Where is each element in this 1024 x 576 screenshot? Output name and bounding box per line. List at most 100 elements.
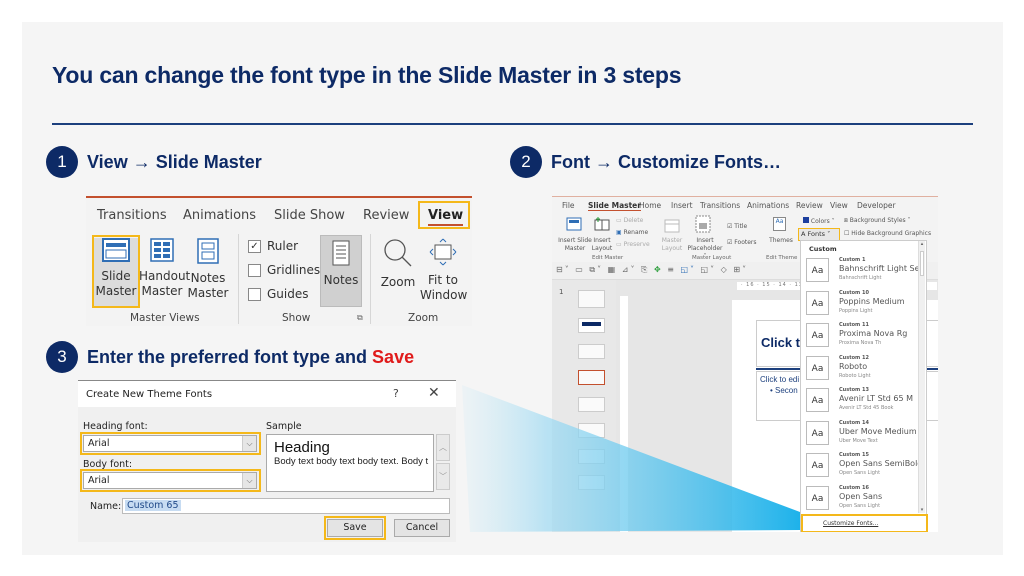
insert-layout-button[interactable]: Insert Layout <box>590 237 614 253</box>
tab-animations[interactable]: Animations <box>183 208 256 223</box>
close-icon[interactable]: ✕ <box>428 385 440 401</box>
scroll-down-icon[interactable]: ﹀ <box>436 463 450 490</box>
group-label-edit-master: Edit Master <box>592 255 624 261</box>
slide-thumbnail[interactable] <box>578 423 605 438</box>
master-layout-button[interactable]: Master Layout <box>658 237 686 253</box>
tab-transitions[interactable]: Transitions <box>700 201 740 210</box>
font-theme-item[interactable]: Aa Custom 13 Avenir LT Std 65 M Avenir LT S… <box>806 385 918 418</box>
scroll-up-icon[interactable]: ︿ <box>436 434 450 461</box>
guides-label: Guides <box>267 287 309 301</box>
tab-slide-master[interactable]: Slide Master <box>588 201 641 211</box>
colors-button[interactable]: Colors ˅ <box>803 217 835 226</box>
title-checkbox[interactable]: ☑ Title <box>727 223 747 231</box>
slide-thumbnail[interactable] <box>578 344 605 359</box>
fit-to-window-button[interactable]: Fit to Window <box>420 238 467 303</box>
font-theme-item[interactable]: Aa Custom 11 Proxima Nova Rg Proxima Nova T… <box>806 320 918 353</box>
tab-view[interactable]: View <box>830 201 848 210</box>
label: Preserve <box>623 241 650 248</box>
footers-checkbox[interactable]: ☑ Footers <box>727 239 757 247</box>
font-theme-item[interactable]: Aa Custom 16 Open Sans Open Sans Light <box>806 483 918 516</box>
font-theme-item[interactable]: Aa Custom 10 Poppins Medium Poppins Light <box>806 288 918 321</box>
font-theme-item[interactable]: Aa Custom 1 Bahnschrift Light Sem Bahnschri… <box>806 255 919 288</box>
customize-fonts-menu-item[interactable]: Customize Fonts... <box>801 514 928 532</box>
tab-developer[interactable]: Developer <box>857 201 896 210</box>
tab-transitions[interactable]: Transitions <box>97 208 167 223</box>
handout-master-button[interactable]: Handout Master <box>139 238 191 299</box>
notes-master-button[interactable]: Notes Master <box>186 238 230 301</box>
font-theme-name: Custom 12 <box>839 354 869 361</box>
tab-slide-show[interactable]: Slide Show <box>274 208 345 223</box>
font-theme-body: Roboto Light <box>839 372 871 379</box>
hide-background-graphics-checkbox[interactable]: ☐ Hide Background Graphics <box>844 230 931 238</box>
step-3-heading: 3 Enter the preferred font type and Save <box>46 341 414 373</box>
handout-master-label-1: Handout <box>139 269 191 283</box>
tab-animations[interactable]: Animations <box>747 201 789 210</box>
move-icon[interactable]: ✥ <box>654 265 663 274</box>
label: Insert Slide <box>558 237 592 244</box>
checkbox-unchecked-icon <box>248 287 261 301</box>
rename-icon: ▣ <box>616 229 622 236</box>
tab-review[interactable]: Review <box>363 208 409 223</box>
dialog-launcher-icon[interactable]: ⧉ <box>357 313 363 323</box>
font-theme-item[interactable]: Aa Custom 14 Uber Move Medium Uber Move Tex… <box>806 418 918 451</box>
font-theme-item[interactable]: Aa Custom 12 Roboto Roboto Light <box>806 353 918 386</box>
font-preview-icon: Aa <box>806 258 829 282</box>
font-theme-name: Custom 13 <box>839 387 869 393</box>
notes-icon <box>332 240 350 266</box>
slide-thumbnail-selected[interactable] <box>578 370 605 385</box>
preserve-button[interactable]: ▭ Preserve <box>616 241 650 249</box>
fill-icon[interactable]: ◱˅ <box>680 265 696 274</box>
align-icon[interactable]: ⊟˅ <box>556 265 571 274</box>
notes-button[interactable]: Notes <box>320 235 362 307</box>
outline-icon[interactable]: ◱˅ <box>701 265 717 274</box>
rename-button[interactable]: ▣ Rename <box>616 229 648 237</box>
cancel-button[interactable]: Cancel <box>394 519 450 537</box>
body-font-highlight <box>80 469 261 492</box>
delete-button[interactable]: ▭ Delete <box>616 217 643 225</box>
copy-icon[interactable]: ⎘ <box>641 265 649 274</box>
group-label-edit-theme: Edit Theme <box>766 255 798 261</box>
slide-thumbnail[interactable] <box>578 475 605 490</box>
font-theme-body: Open Sans Light <box>839 470 881 476</box>
background-styles-button[interactable]: ⧈ Background Styles ˅ <box>844 217 911 225</box>
zoom-button[interactable]: Zoom <box>378 238 418 290</box>
master-layout-icon <box>664 219 680 233</box>
ruler-checkbox[interactable]: ✓ Ruler <box>248 239 298 253</box>
themes-button[interactable]: Themes <box>765 237 797 245</box>
insert-layout-icon <box>594 217 610 231</box>
effects-icon[interactable]: ◇ <box>721 265 729 274</box>
slide-thumbnail[interactable] <box>578 449 605 464</box>
group-label-master-views: Master Views <box>130 312 200 324</box>
tab-home[interactable]: Home <box>639 201 661 210</box>
grid-icon[interactable]: ▦ <box>608 265 618 274</box>
chart-icon[interactable]: ⊿˅ <box>622 265 637 274</box>
arrange-icon[interactable]: ⧉˅ <box>589 265 603 274</box>
title-divider <box>52 123 973 125</box>
help-icon[interactable]: ? <box>393 387 399 400</box>
font-theme-name: Custom 16 <box>839 484 869 491</box>
scroll-thumb[interactable] <box>920 251 924 276</box>
name-input[interactable]: Custom 65 <box>122 498 450 514</box>
dialog-titlebar: Create New Theme Fonts ? ✕ <box>78 381 456 407</box>
guides-checkbox[interactable]: Guides <box>248 287 309 301</box>
tab-file[interactable]: File <box>562 201 575 210</box>
tab-insert[interactable]: Insert <box>671 201 693 210</box>
text-icon[interactable]: ≡ <box>667 265 676 274</box>
font-theme-name: Custom 14 <box>839 419 869 426</box>
tab-review[interactable]: Review <box>796 201 823 210</box>
scroll-up-icon[interactable]: ▴ <box>919 241 925 247</box>
step-1-heading: 1 View → Slide Master <box>46 146 262 178</box>
label: Master <box>661 237 683 244</box>
group-icon[interactable]: ⊞˅ <box>733 265 748 274</box>
scroll-down-icon[interactable]: ▾ <box>919 507 925 513</box>
font-theme-item[interactable]: Aa Custom 15 Open Sans SemiBold Open Sans L… <box>806 450 919 483</box>
label: Rename <box>623 229 649 236</box>
slide-thumbnail[interactable] <box>578 397 605 412</box>
menu-scrollbar[interactable]: ▴ ▾ <box>918 241 925 513</box>
slide-thumbnail[interactable] <box>578 290 605 308</box>
gridlines-checkbox[interactable]: Gridlines <box>248 263 320 277</box>
shape-icon[interactable]: ▭ <box>575 265 585 274</box>
font-theme-heading: Proxima Nova Rg <box>839 329 908 338</box>
insert-slide-master-button[interactable]: Insert Slide Master <box>556 237 594 253</box>
slide-thumbnail[interactable] <box>578 318 605 333</box>
